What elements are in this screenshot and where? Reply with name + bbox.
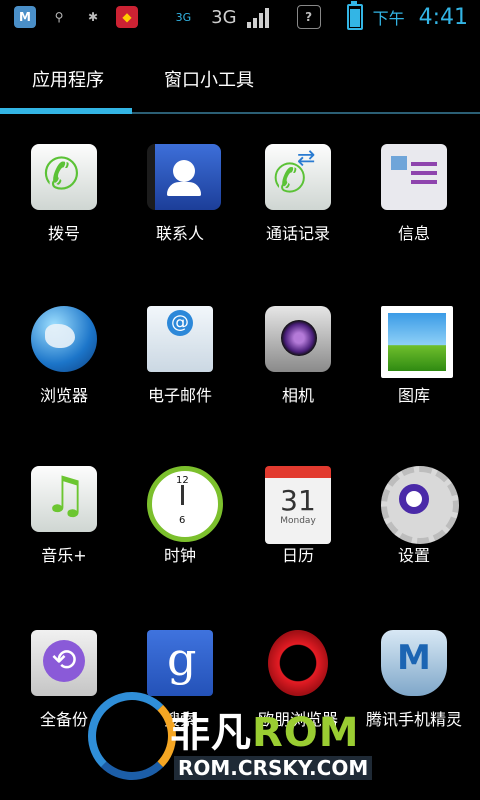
status-right: 3G 3G ? 下午 4:41 (175, 1, 468, 30)
app-call-log[interactable]: 通话记录 (238, 140, 358, 280)
shield-app-icon: ◆ (116, 6, 138, 28)
app-browser[interactable]: 浏览器 (4, 302, 124, 442)
app-label: 日历 (281, 546, 314, 565)
network-3g-small: 3G (175, 10, 192, 24)
security-shield-icon (381, 630, 447, 696)
app-dialer[interactable]: 拨号 (4, 140, 124, 280)
app-notification-icon: M (14, 6, 36, 28)
app-contacts[interactable]: 联系人 (120, 140, 240, 280)
android-debug-icon: ✱ (87, 10, 99, 24)
tab-selected-indicator (0, 108, 132, 114)
usb-icon: ⚲ (54, 10, 64, 24)
clock-time: 4:41 (418, 4, 468, 30)
signal-icon (246, 6, 269, 28)
clock-icon: 12 6 (147, 466, 223, 542)
app-settings[interactable]: 设置 (354, 462, 474, 602)
app-label: 联系人 (155, 224, 204, 243)
watermark-title: 非凡ROM (170, 700, 360, 758)
watermark-logo-icon (88, 692, 176, 780)
camera-icon (265, 306, 331, 372)
music-icon (31, 466, 97, 532)
app-label: 时钟 (163, 546, 196, 565)
google-search-icon (147, 630, 213, 696)
tab-widgets[interactable]: 窗口小工具 (164, 66, 254, 92)
watermark: 非凡ROM ROM.CRSKY.COM (88, 690, 418, 800)
app-calendar[interactable]: 31 Monday 日历 (238, 462, 358, 602)
time-ampm: 下午 (372, 9, 405, 28)
backup-icon (31, 630, 97, 696)
gallery-icon (381, 306, 453, 378)
browser-globe-icon (31, 306, 97, 372)
app-label: 浏览器 (39, 386, 88, 405)
opera-icon (268, 630, 328, 696)
status-left-icons: M ⚲ ✱ ◆ (14, 6, 138, 28)
calendar-day: 31 (280, 484, 316, 517)
battery-icon (346, 1, 363, 30)
app-label: 设置 (397, 546, 430, 565)
app-label: 音乐+ (41, 546, 87, 565)
app-label: 图库 (397, 386, 430, 405)
status-bar: M ⚲ ✱ ◆ 3G 3G ? 下午 4:41 (0, 0, 480, 38)
clock-number-6: 6 (179, 515, 186, 526)
messaging-icon (381, 144, 447, 210)
calendar-weekday: Monday (280, 516, 316, 526)
phone-dial-icon (31, 144, 97, 210)
app-label: 电子邮件 (147, 386, 212, 405)
app-messaging[interactable]: 信息 (354, 140, 474, 280)
watermark-title-a: 非凡 (170, 710, 252, 756)
app-camera[interactable]: 相机 (238, 302, 358, 442)
watermark-title-b: ROM (252, 710, 360, 756)
calendar-icon: 31 Monday (265, 466, 331, 544)
app-label: 信息 (397, 224, 430, 243)
contacts-icon (147, 144, 221, 210)
network-type: 3G (211, 6, 237, 28)
app-email[interactable]: 电子邮件 (120, 302, 240, 442)
tab-apps[interactable]: 应用程序 (32, 66, 104, 92)
app-label: 拨号 (47, 224, 80, 243)
call-log-icon (265, 144, 331, 210)
app-music[interactable]: 音乐+ (4, 462, 124, 602)
settings-gear-icon (381, 466, 459, 544)
question-icon: ? (296, 5, 321, 29)
email-icon (147, 306, 213, 372)
app-clock[interactable]: 12 6 时钟 (120, 462, 240, 602)
app-label: 相机 (281, 386, 314, 405)
watermark-url: ROM.CRSKY.COM (174, 756, 373, 780)
app-gallery[interactable]: 图库 (354, 302, 474, 442)
app-drawer-tabs: 应用程序 窗口小工具 (0, 38, 480, 118)
app-label: 通话记录 (265, 224, 330, 243)
clock-number-12: 12 (176, 475, 189, 486)
